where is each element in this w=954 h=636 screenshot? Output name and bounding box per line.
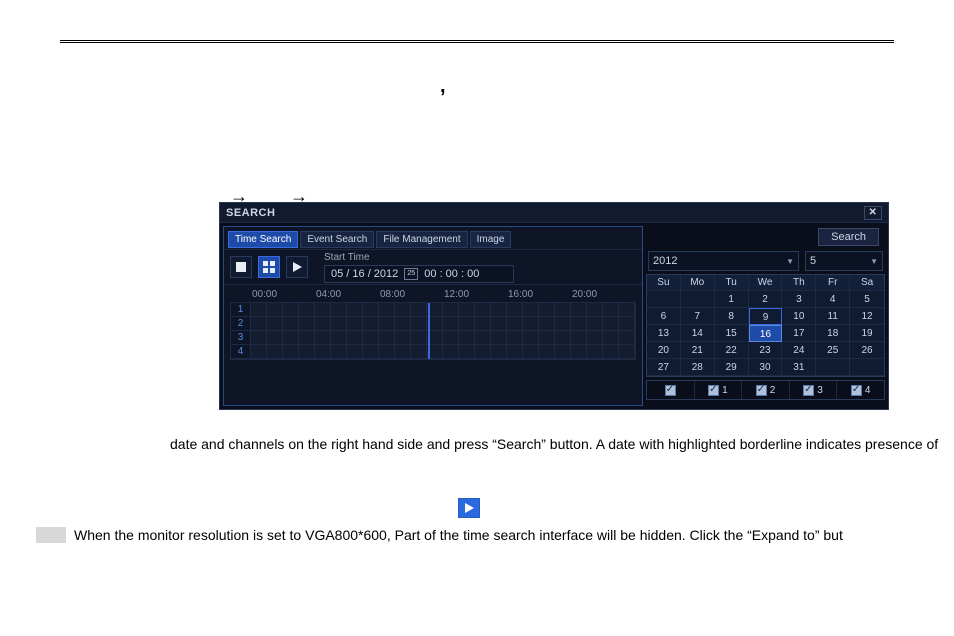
calendar-day[interactable]: 15 bbox=[715, 325, 749, 342]
calendar-day[interactable]: 18 bbox=[816, 325, 850, 342]
doc-text-2: When the monitor resolution is set to VG… bbox=[74, 527, 843, 543]
calendar: SuMoTuWeThFrSa 1234567891011121314151617… bbox=[646, 274, 885, 377]
start-time-group: Start Time 05 / 16 / 2012 25 00 : 00 : 0… bbox=[324, 252, 636, 283]
left-pane: Time Search Event Search File Management… bbox=[223, 226, 643, 406]
timeline-header: 00:00 04:00 08:00 12:00 16:00 20:00 bbox=[230, 289, 636, 300]
calendar-day bbox=[850, 359, 884, 376]
weekday-label: Fr bbox=[816, 275, 850, 291]
calendar-day[interactable]: 20 bbox=[647, 342, 681, 359]
weekday-label: Tu bbox=[715, 275, 749, 291]
calendar-day[interactable]: 12 bbox=[850, 308, 884, 325]
timeline-area: 00:00 04:00 08:00 12:00 16:00 20:00 1234 bbox=[224, 285, 642, 405]
weekday-label: We bbox=[749, 275, 783, 291]
close-button[interactable]: ✕ bbox=[864, 206, 882, 220]
timeline-row[interactable]: 4 bbox=[231, 345, 635, 359]
calendar-day[interactable]: 8 bbox=[715, 308, 749, 325]
calendar-day[interactable]: 6 bbox=[647, 308, 681, 325]
calendar-icon[interactable]: 25 bbox=[404, 268, 418, 280]
controls-row: Start Time 05 / 16 / 2012 25 00 : 00 : 0… bbox=[224, 249, 642, 285]
window-title: SEARCH bbox=[226, 207, 864, 219]
note-marker bbox=[36, 527, 66, 543]
tab-event-search[interactable]: Event Search bbox=[300, 231, 374, 248]
tab-image[interactable]: Image bbox=[470, 231, 512, 248]
channel-checkbox[interactable]: 4 bbox=[837, 381, 884, 399]
channel-checkbox[interactable]: 2 bbox=[742, 381, 790, 399]
calendar-day[interactable]: 3 bbox=[782, 291, 816, 308]
calendar-day[interactable]: 5 bbox=[850, 291, 884, 308]
channel-checkbox[interactable]: 3 bbox=[790, 381, 838, 399]
doc-text-1: date and channels on the right hand side… bbox=[170, 436, 938, 452]
calendar-day[interactable]: 29 bbox=[715, 359, 749, 376]
timeline-row-label: 3 bbox=[231, 331, 251, 344]
calendar-day[interactable]: 19 bbox=[850, 325, 884, 342]
calendar-day[interactable]: 31 bbox=[782, 359, 816, 376]
weekday-label: Mo bbox=[681, 275, 715, 291]
calendar-day[interactable]: 10 bbox=[782, 308, 816, 325]
chevron-down-icon: ▼ bbox=[870, 257, 878, 266]
tabs-row: Time Search Event Search File Management… bbox=[224, 227, 642, 249]
weekday-label: Sa bbox=[850, 275, 884, 291]
calendar-day[interactable]: 17 bbox=[782, 325, 816, 342]
calendar-day[interactable]: 9 bbox=[749, 308, 783, 325]
calendar-day bbox=[647, 291, 681, 308]
chevron-down-icon: ▼ bbox=[786, 257, 794, 266]
calendar-day[interactable]: 25 bbox=[816, 342, 850, 359]
channel-select-row: 1234 bbox=[646, 380, 885, 400]
calendar-day[interactable]: 26 bbox=[850, 342, 884, 359]
weekday-label: Su bbox=[647, 275, 681, 291]
search-button[interactable]: Search bbox=[818, 228, 879, 246]
timeline-row-label: 2 bbox=[231, 317, 251, 330]
calendar-day[interactable]: 24 bbox=[782, 342, 816, 359]
timeline-row-label: 4 bbox=[231, 345, 251, 358]
year-select[interactable]: 2012 ▼ bbox=[648, 251, 799, 271]
calendar-day[interactable]: 1 bbox=[715, 291, 749, 308]
timeline-row[interactable]: 2 bbox=[231, 317, 635, 331]
grid-view-button[interactable] bbox=[258, 256, 280, 278]
tab-time-search[interactable]: Time Search bbox=[228, 231, 298, 248]
play-button[interactable] bbox=[286, 256, 308, 278]
calendar-day[interactable]: 13 bbox=[647, 325, 681, 342]
calendar-day[interactable]: 30 bbox=[749, 359, 783, 376]
calendar-day[interactable]: 21 bbox=[681, 342, 715, 359]
weekday-label: Th bbox=[782, 275, 816, 291]
tab-file-management[interactable]: File Management bbox=[376, 231, 467, 248]
calendar-day[interactable]: 7 bbox=[681, 308, 715, 325]
calendar-day[interactable]: 2 bbox=[749, 291, 783, 308]
calendar-day[interactable]: 4 bbox=[816, 291, 850, 308]
start-time-input[interactable]: 05 / 16 / 2012 25 00 : 00 : 00 bbox=[324, 265, 514, 283]
calendar-day[interactable]: 16 bbox=[749, 325, 783, 342]
timeline-row[interactable]: 3 bbox=[231, 331, 635, 345]
search-window: SEARCH ✕ Time Search Event Search File M… bbox=[219, 202, 889, 410]
timeline-row[interactable]: 1 bbox=[231, 303, 635, 317]
month-select[interactable]: 5 ▼ bbox=[805, 251, 883, 271]
timeline-row-label: 1 bbox=[231, 303, 251, 316]
right-pane: Search 2012 ▼ 5 ▼ SuMoTuWeThFrSa 1234567… bbox=[646, 226, 885, 406]
calendar-day[interactable]: 23 bbox=[749, 342, 783, 359]
calendar-day[interactable]: 11 bbox=[816, 308, 850, 325]
start-time-label: Start Time bbox=[324, 252, 636, 263]
calendar-day[interactable]: 14 bbox=[681, 325, 715, 342]
channel-all-checkbox[interactable] bbox=[647, 381, 695, 399]
start-date-value: 05 / 16 / 2012 bbox=[331, 268, 398, 280]
play-icon bbox=[458, 498, 480, 518]
start-time-value: 00 : 00 : 00 bbox=[424, 268, 479, 280]
stop-button[interactable] bbox=[230, 256, 252, 278]
calendar-day[interactable]: 22 bbox=[715, 342, 749, 359]
calendar-day bbox=[681, 291, 715, 308]
titlebar: SEARCH ✕ bbox=[220, 203, 888, 223]
calendar-day bbox=[816, 359, 850, 376]
calendar-day[interactable]: 27 bbox=[647, 359, 681, 376]
calendar-day[interactable]: 28 bbox=[681, 359, 715, 376]
channel-checkbox[interactable]: 1 bbox=[695, 381, 743, 399]
